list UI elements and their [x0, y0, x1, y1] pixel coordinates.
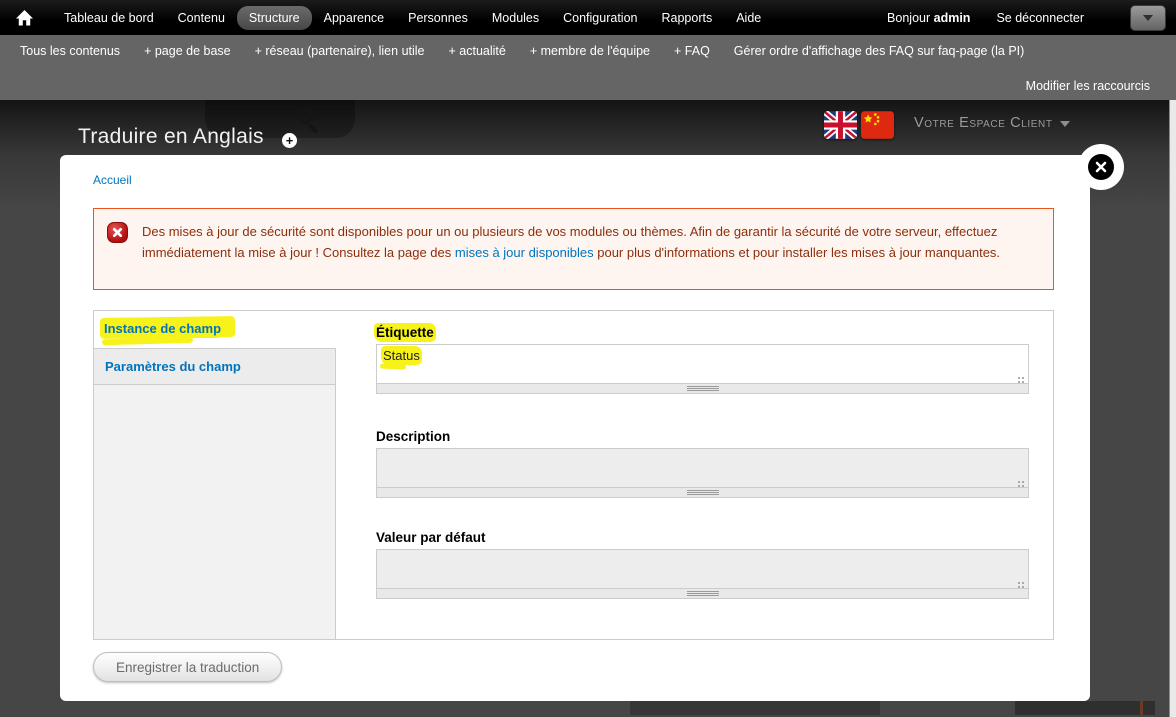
- shortcuts-bar: Tous les contenus + page de base + résea…: [0, 35, 1176, 100]
- textarea-resize-handle-icon[interactable]: [1022, 481, 1024, 483]
- default-value-textarea[interactable]: [376, 549, 1029, 589]
- client-space-label: Votre Espace Client: [914, 115, 1053, 131]
- greeting-prefix: Bonjour: [887, 10, 931, 25]
- toolbar-item-dashboard[interactable]: Tableau de bord: [52, 6, 166, 30]
- search-icon[interactable]: [297, 108, 313, 124]
- description-label: Description: [376, 429, 451, 444]
- overlay-close-corner: [1078, 144, 1124, 190]
- error-text-after-link: pour plus d'informations et pour install…: [593, 245, 1001, 260]
- toolbar-item-configuration[interactable]: Configuration: [551, 6, 649, 30]
- client-space-menu[interactable]: Votre Espace Client: [914, 115, 1070, 131]
- available-updates-link[interactable]: mises à jour disponibles: [455, 245, 594, 260]
- textarea-resize-handle-icon[interactable]: [1022, 377, 1024, 379]
- shortcut-add-basic-page[interactable]: + page de base: [144, 44, 231, 58]
- home-icon[interactable]: [14, 8, 34, 28]
- background-content-fragment: [630, 701, 880, 715]
- toolbar-item-reports[interactable]: Rapports: [649, 6, 724, 30]
- etiquette-label: Étiquette: [376, 325, 434, 340]
- save-translation-button[interactable]: Enregistrer la traduction: [93, 652, 283, 682]
- toolbar-toggle-button[interactable]: [1130, 4, 1166, 31]
- toolbar-item-people[interactable]: Personnes: [396, 6, 480, 30]
- error-icon: [107, 222, 128, 243]
- translation-overlay: Accueil Des mises à jour de sécurité son…: [60, 144, 1124, 701]
- logout-link[interactable]: Se déconnecter: [996, 11, 1084, 25]
- admin-toolbar: Tableau de bord Contenu Structure Appare…: [0, 0, 1176, 35]
- flag-united-kingdom-icon[interactable]: [824, 111, 857, 139]
- shortcut-manage-faq-order[interactable]: Gérer ordre d'affichage des FAQ sur faq-…: [734, 44, 1025, 58]
- chevron-down-icon: [1059, 120, 1070, 127]
- textarea-grippie[interactable]: [376, 384, 1029, 394]
- vertical-tabs-filler: [94, 385, 336, 639]
- translation-form: Étiquette Status Description Valeur par …: [376, 311, 1029, 639]
- shortcut-add-team-member[interactable]: + membre de l'équipe: [530, 44, 650, 58]
- vertical-tabs: Instance de champ Paramètres du champ: [94, 311, 336, 639]
- toolbar-item-help[interactable]: Aide: [724, 6, 773, 30]
- chevron-down-icon: [1143, 14, 1153, 21]
- tab-field-instance-label: Instance de champ: [104, 321, 222, 336]
- shortcut-add-network-link[interactable]: + réseau (partenaire), lien utile: [255, 44, 425, 58]
- edit-shortcuts-link[interactable]: Modifier les raccourcis: [1026, 79, 1150, 93]
- field-group-description: Description: [376, 428, 1029, 498]
- tab-field-instance[interactable]: Instance de champ: [94, 311, 336, 348]
- page-title: Traduire en Anglais: [78, 125, 264, 148]
- edit-shortcuts: Modifier les raccourcis: [1026, 77, 1150, 95]
- textarea-grippie[interactable]: [376, 488, 1029, 498]
- description-textarea[interactable]: [376, 448, 1029, 488]
- toolbar-item-modules[interactable]: Modules: [480, 6, 551, 30]
- username: admin: [933, 10, 971, 25]
- language-flags: [824, 111, 894, 139]
- security-update-error-message: Des mises à jour de sécurité sont dispon…: [93, 208, 1054, 290]
- textarea-grippie[interactable]: [376, 589, 1029, 599]
- page-edge-strip: [1169, 30, 1176, 717]
- toolbar-item-appearance[interactable]: Apparence: [312, 6, 396, 30]
- toolbar-right: Bonjour admin Se déconnecter: [887, 4, 1166, 31]
- greeting-text: Bonjour admin: [887, 11, 970, 25]
- field-group-label: Étiquette Status: [376, 324, 1029, 394]
- flag-china-icon[interactable]: [861, 111, 894, 139]
- shortcut-add-news[interactable]: + actualité: [449, 44, 506, 58]
- add-translation-icon[interactable]: +: [282, 133, 297, 148]
- textarea-resize-handle-icon[interactable]: [1022, 582, 1024, 584]
- tab-field-settings[interactable]: Paramètres du champ: [94, 348, 336, 385]
- toolbar-item-content[interactable]: Contenu: [166, 6, 237, 30]
- etiquette-textarea[interactable]: Status: [376, 344, 1029, 384]
- toolbar-item-structure[interactable]: Structure: [236, 5, 312, 30]
- etiquette-value: Status: [383, 348, 420, 363]
- field-group-default-value: Valeur par défaut: [376, 529, 1029, 599]
- shortcut-add-faq[interactable]: + FAQ: [674, 44, 710, 58]
- screen: Tableau de bord Contenu Structure Appare…: [0, 0, 1176, 717]
- breadcrumb-home-link[interactable]: Accueil: [93, 173, 132, 187]
- shortcuts-row: Tous les contenus + page de base + résea…: [0, 35, 1176, 58]
- default-value-label: Valeur par défaut: [376, 530, 486, 545]
- field-translation-fieldset: Instance de champ Paramètres du champ Ét…: [93, 310, 1054, 640]
- background-content-fragment: [1015, 701, 1155, 715]
- shortcut-all-content[interactable]: Tous les contenus: [20, 44, 120, 58]
- close-icon[interactable]: [1088, 154, 1114, 180]
- tab-field-settings-label: Paramètres du champ: [105, 359, 241, 374]
